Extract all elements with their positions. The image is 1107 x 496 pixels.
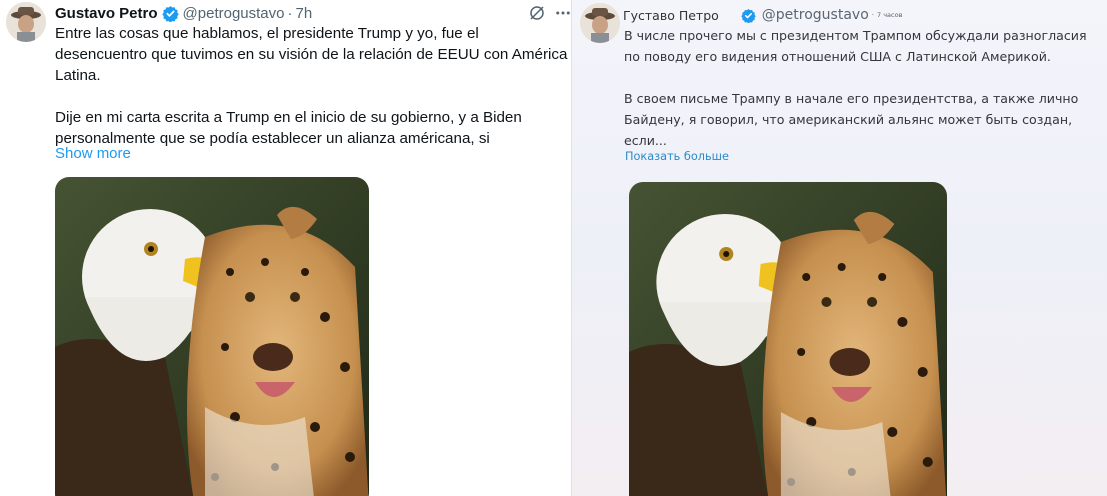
show-more-link[interactable]: Show more — [55, 145, 131, 162]
author-name[interactable]: Gustavo Petro — [55, 5, 158, 22]
author-handle[interactable]: @petrogustavo — [762, 7, 869, 23]
tweet-paragraph-1: В числе прочего мы с президентом Трампом… — [624, 28, 1091, 64]
tweet-paragraph-2: Dije en mi carta escrita a Trump en el i… — [55, 109, 527, 147]
grok-icon[interactable] — [527, 3, 547, 23]
tweet-text: В числе прочего мы с президентом Трампом… — [624, 25, 1102, 151]
tweet-header: Густаво Петро @petrogustavo · 7 часов — [623, 6, 902, 24]
tweet-image[interactable] — [629, 182, 947, 496]
tweet-paragraph-2: В своем письме Трампу в начале его прези… — [624, 91, 1083, 148]
tweet-header: Gustavo Petro @petrogustavo · 7h — [55, 3, 312, 23]
separator-dot: · — [871, 11, 874, 19]
tweet-text: Entre las cosas que hablamos, el preside… — [55, 23, 572, 149]
show-more-link[interactable]: Показать больше — [625, 150, 729, 163]
tweet-time[interactable]: 7h — [295, 5, 312, 22]
verified-badge-icon — [161, 5, 179, 22]
author-name[interactable]: Густаво Петро — [623, 8, 719, 23]
tweet-image[interactable] — [55, 177, 369, 496]
avatar[interactable] — [6, 2, 46, 42]
tweet-time[interactable]: 7 часов — [877, 11, 902, 19]
original-tweet-panel: Gustavo Petro @petrogustavo · 7h Entre l… — [0, 0, 572, 496]
tweet-paragraph-1: Entre las cosas que hablamos, el preside… — [55, 25, 572, 84]
separator-dot: · — [287, 4, 293, 22]
author-handle[interactable]: @petrogustavo — [183, 5, 285, 22]
avatar[interactable] — [580, 3, 620, 43]
verified-badge-icon — [741, 8, 756, 23]
translated-tweet-panel: Густаво Петро @petrogustavo · 7 часов В … — [572, 0, 1107, 496]
more-icon[interactable] — [553, 3, 572, 23]
